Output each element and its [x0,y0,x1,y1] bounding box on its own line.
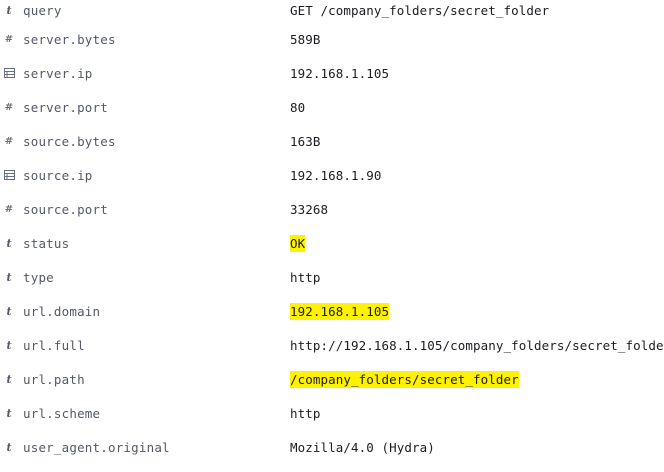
type-glyph: # [4,135,14,147]
field-value[interactable]: 589B [290,32,321,47]
document-field-table: t query GET /company_folders/secret_folder… [0,0,664,464]
field-row-server-bytes[interactable]: # server.bytes 589B [0,22,664,56]
string-type-icon: t [3,304,15,318]
highlighted-value-text: /company_folders/secret_folder [290,370,519,388]
field-row-status[interactable]: t status OK [0,226,664,260]
field-value[interactable]: http://192.168.1.105/company_folders/sec… [290,338,664,353]
field-name[interactable]: url.path [23,372,85,387]
value-text: http [290,405,321,421]
string-type-icon: t [3,270,15,284]
field-value[interactable]: 80 [290,100,305,115]
field-value[interactable]: http [290,406,321,421]
field-value[interactable]: /company_folders/secret_folder [290,370,519,388]
value-text: GET /company_folders/secret_folder [290,2,550,18]
ip-type-icon [3,67,15,79]
type-glyph: # [4,203,14,215]
type-glyph: t [6,372,12,386]
field-row-server-ip[interactable]: server.ip 192.168.1.105 [0,56,664,90]
field-name[interactable]: source.bytes [23,134,116,149]
field-value[interactable]: 192.168.1.90 [290,168,382,183]
number-type-icon: # [3,33,15,45]
type-glyph: # [4,33,14,45]
field-name[interactable]: status [23,236,69,251]
field-row-query[interactable]: t query GET /company_folders/secret_folder [0,0,664,22]
field-name[interactable]: url.scheme [23,406,100,421]
number-type-icon: # [3,135,15,147]
type-glyph: t [6,406,12,420]
highlighted-value-text: OK [290,234,306,252]
string-type-icon: t [3,406,15,420]
field-value[interactable]: 192.168.1.105 [290,66,389,81]
type-glyph: t [6,270,12,284]
string-type-icon: t [3,3,15,17]
value-text: 192.168.1.90 [290,167,382,183]
string-type-icon: t [3,372,15,386]
field-name[interactable]: type [23,270,54,285]
field-name[interactable]: server.bytes [23,32,116,47]
number-type-icon: # [3,203,15,215]
field-name[interactable]: query [23,3,62,18]
value-text: http://192.168.1.105/company_folders/sec… [290,337,664,353]
field-row-source-port[interactable]: # source.port 33268 [0,192,664,226]
field-name[interactable]: server.ip [23,66,93,81]
field-row-server-port[interactable]: # server.port 80 [0,90,664,124]
string-type-icon: t [3,338,15,352]
field-value[interactable]: 33268 [290,202,328,217]
field-row-url-full[interactable]: t url.full http://192.168.1.105/company_fo… [0,328,664,362]
value-text: 80 [290,99,306,115]
field-name[interactable]: url.domain [23,304,100,319]
type-glyph: t [6,3,12,17]
string-type-icon: t [3,236,15,250]
field-row-source-bytes[interactable]: # source.bytes 163B [0,124,664,158]
field-row-user-agent-original[interactable]: t user_agent.original Mozilla/4.0 (Hydra) [0,430,664,464]
type-glyph: t [6,236,12,250]
field-row-source-ip[interactable]: source.ip 192.168.1.90 [0,158,664,192]
field-row-type[interactable]: t type http [0,260,664,294]
value-text: 33268 [290,201,329,217]
field-name[interactable]: server.port [23,100,108,115]
field-name[interactable]: url.full [23,338,85,353]
highlighted-value-text: 192.168.1.105 [290,302,390,320]
field-name[interactable]: source.ip [23,168,93,183]
type-glyph: t [6,440,12,454]
value-text: 192.168.1.105 [290,65,390,81]
field-value[interactable]: http [290,270,321,285]
field-row-url-domain[interactable]: t url.domain 192.168.1.105 [0,294,664,328]
type-glyph: # [4,101,14,113]
field-name[interactable]: user_agent.original [23,440,170,455]
field-value[interactable]: GET /company_folders/secret_folder [290,3,549,18]
value-text: Mozilla/4.0 (Hydra) [290,439,435,455]
type-glyph: t [6,338,12,352]
field-row-url-path[interactable]: t url.path/company_folders/secret_folder [0,362,664,396]
number-type-icon: # [3,101,15,113]
field-value[interactable]: Mozilla/4.0 (Hydra) [290,440,435,455]
field-name[interactable]: source.port [23,202,108,217]
value-text: http [290,269,321,285]
ip-type-icon [3,169,15,181]
field-value[interactable]: 192.168.1.105 [290,302,390,320]
value-text: 163B [290,133,321,149]
field-value[interactable]: OK [290,234,306,252]
string-type-icon: t [3,440,15,454]
value-text: 589B [290,31,321,47]
type-glyph: t [6,304,12,318]
field-value[interactable]: 163B [290,134,321,149]
field-row-url-scheme[interactable]: t url.scheme http [0,396,664,430]
